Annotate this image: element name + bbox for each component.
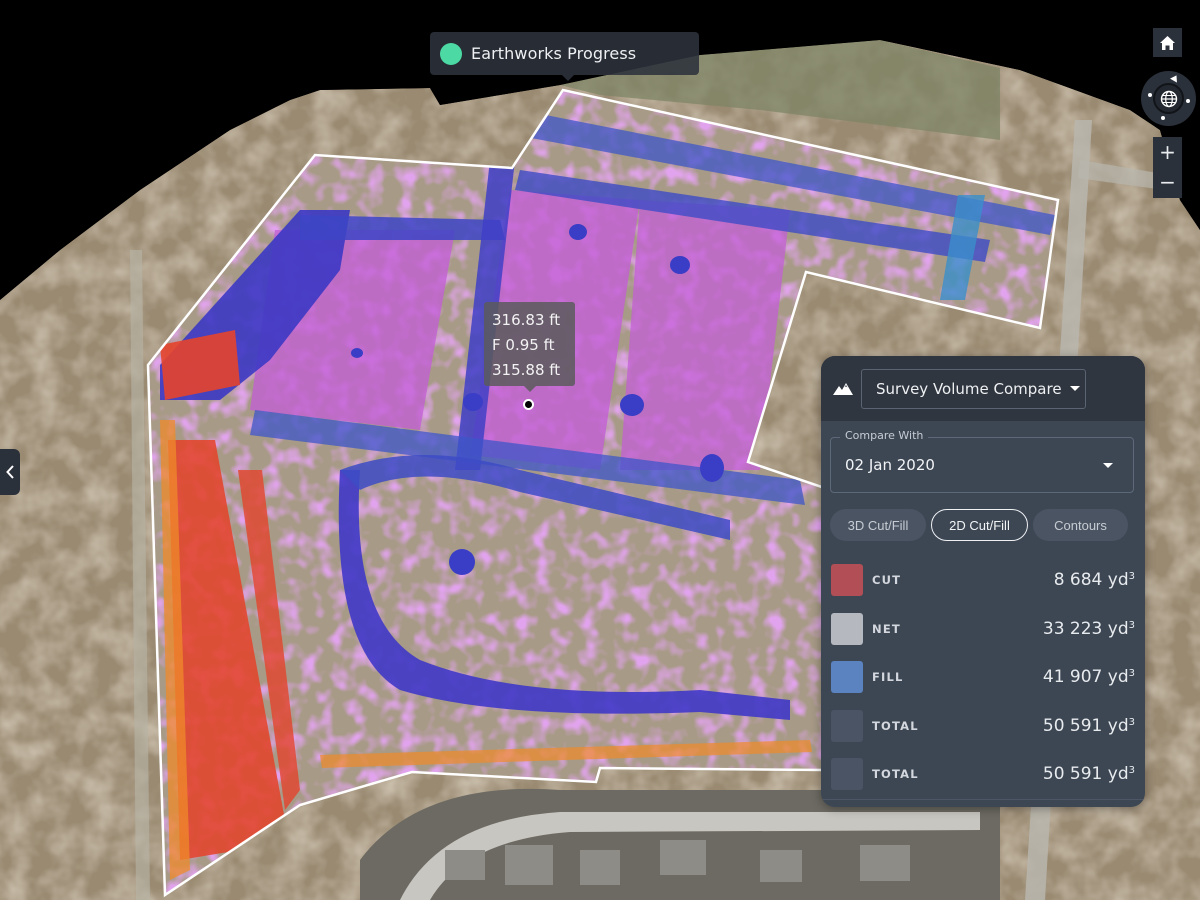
chevron-down-icon (1103, 463, 1113, 468)
elevation-tooltip: 316.83 ft F 0.95 ft 315.88 ft (484, 302, 575, 392)
net-color-swatch (831, 612, 863, 645)
home-button[interactable] (1153, 28, 1182, 57)
volume-list: CUT 8 684 yd3 NET 33 223 yd3 FILL 41 907… (831, 556, 1135, 799)
tool-select-value: Survey Volume Compare (876, 379, 1062, 398)
base-elevation: 315.88 ft (492, 361, 561, 379)
zoom-control: + − (1153, 137, 1182, 198)
volume-value: 33 223 yd3 (1042, 618, 1135, 639)
compare-with-label: Compare With (840, 429, 929, 442)
total-color-swatch (831, 758, 863, 791)
compass-control[interactable] (1141, 71, 1196, 126)
chip-pointer (562, 75, 574, 81)
volume-value: 41 907 yd3 (1042, 667, 1135, 688)
elevation-probe-marker[interactable] (523, 399, 534, 410)
compare-with-value: 02 Jan 2020 (845, 456, 935, 474)
status-dot-icon (440, 42, 462, 65)
zoom-in-button[interactable]: + (1153, 137, 1182, 167)
volume-row-cut: CUT 8 684 yd3 (831, 556, 1135, 605)
volume-row-net: NET 33 223 yd3 (831, 605, 1135, 654)
volume-label: CUT (872, 573, 902, 588)
volume-row-fill: FILL 41 907 yd3 (831, 653, 1135, 702)
chevron-down-icon (1069, 386, 1080, 391)
tab-3d-cut-fill[interactable]: 3D Cut/Fill (830, 509, 926, 541)
compass-pip (1161, 116, 1165, 120)
volume-value: 8 684 yd3 (1053, 570, 1135, 591)
total-color-swatch (831, 709, 863, 742)
panel-header: Survey Volume Compare (821, 356, 1145, 421)
layer-title: Earthworks Progress (471, 44, 637, 63)
fill-color-swatch (831, 661, 863, 694)
mode-tabs: 3D Cut/Fill 2D Cut/Fill Contours (830, 509, 1128, 541)
volume-label: TOTAL (872, 767, 919, 782)
tooltip-pointer (524, 386, 536, 392)
home-icon (1160, 35, 1175, 50)
tool-select-dropdown[interactable]: Survey Volume Compare (861, 368, 1086, 409)
collapse-sidebar-button[interactable] (0, 449, 20, 495)
mountain-icon (833, 382, 853, 395)
compass-north-icon (1170, 73, 1180, 83)
volume-label: TOTAL (872, 718, 919, 733)
compass-pip (1186, 99, 1190, 103)
volume-value: 50 591 yd3 (1042, 715, 1135, 736)
volume-label: NET (872, 621, 901, 636)
cut-color-swatch (831, 564, 863, 597)
globe-button[interactable] (1153, 83, 1184, 114)
zoom-out-button[interactable]: − (1153, 167, 1182, 197)
volume-row-total: TOTAL 50 591 yd3 (831, 750, 1135, 799)
panel-footer (821, 799, 1145, 807)
tab-2d-cut-fill[interactable]: 2D Cut/Fill (931, 509, 1028, 541)
surface-elevation: 316.83 ft (492, 311, 561, 329)
volume-panel: Survey Volume Compare Compare With 02 Ja… (821, 356, 1145, 807)
compass-pip (1148, 93, 1152, 97)
compare-with-select[interactable]: Compare With 02 Jan 2020 (830, 429, 1134, 493)
volume-label: FILL (872, 670, 904, 685)
volume-value: 50 591 yd3 (1042, 764, 1135, 785)
layer-title-chip[interactable]: Earthworks Progress (430, 32, 699, 81)
globe-icon (1160, 90, 1177, 107)
volume-row-total: TOTAL 50 591 yd3 (831, 702, 1135, 751)
tab-contours[interactable]: Contours (1033, 509, 1128, 541)
elevation-difference: F 0.95 ft (492, 336, 555, 354)
chevron-left-icon (6, 465, 14, 479)
